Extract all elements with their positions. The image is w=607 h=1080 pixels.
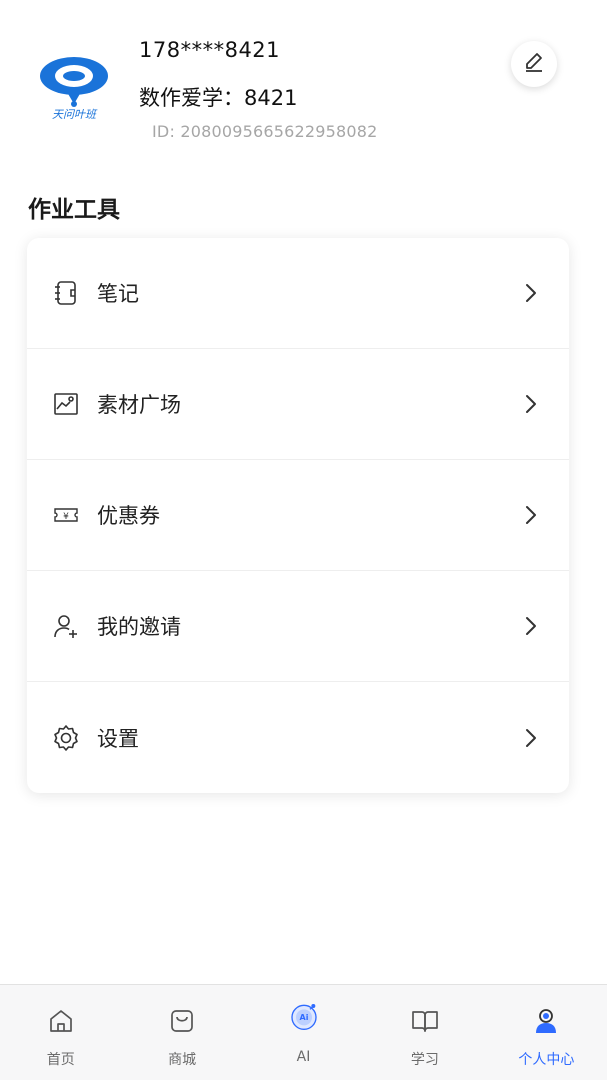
ai-robot-icon: Ai bbox=[288, 1004, 320, 1037]
menu-item-materials[interactable]: 素材广场 bbox=[27, 349, 569, 460]
invite-user-icon bbox=[51, 611, 81, 641]
chevron-right-icon bbox=[519, 614, 543, 638]
tab-study[interactable]: 学习 bbox=[364, 985, 485, 1080]
tab-label: 商城 bbox=[168, 1052, 197, 1068]
tab-shop[interactable]: 商城 bbox=[121, 985, 242, 1080]
profile-page: 天问叶班 178****8421 数作爱学：8421 ID: 208009566… bbox=[0, 0, 607, 1080]
app-logo: 天问叶班 bbox=[36, 52, 112, 128]
tools-card: 笔记 素材广场 ¥ 优惠券 我的邀请 设置 bbox=[27, 238, 569, 793]
menu-item-label: 优惠券 bbox=[97, 504, 160, 528]
shop-bag-icon bbox=[166, 1005, 198, 1037]
chevron-right-icon bbox=[519, 726, 543, 750]
chevron-right-icon bbox=[519, 503, 543, 527]
menu-item-invitations[interactable]: 我的邀请 bbox=[27, 571, 569, 682]
user-id: ID: 2080095665622958082 bbox=[152, 122, 378, 141]
phone-number: 178****8421 bbox=[139, 38, 281, 62]
menu-item-label: 设置 bbox=[97, 726, 139, 751]
tab-label: 首页 bbox=[46, 1052, 75, 1068]
profile-header: 天问叶班 178****8421 数作爱学：8421 ID: 208009566… bbox=[0, 0, 607, 160]
menu-item-label: 素材广场 bbox=[97, 393, 181, 417]
profile-icon bbox=[530, 1005, 562, 1037]
bottom-tab-bar: 首页 商城 Ai AI 学习 个人中心 bbox=[0, 984, 607, 1080]
notebook-icon bbox=[51, 278, 81, 308]
tab-profile[interactable]: 个人中心 bbox=[486, 985, 607, 1080]
tab-label: 个人中心 bbox=[518, 1052, 575, 1068]
menu-item-label: 我的邀请 bbox=[97, 615, 181, 639]
section-title: 作业工具 bbox=[28, 197, 120, 223]
pencil-icon bbox=[523, 51, 545, 77]
svg-text:¥: ¥ bbox=[63, 512, 69, 522]
logo-text: 天问叶班 bbox=[52, 108, 96, 121]
image-gallery-icon bbox=[51, 389, 81, 419]
book-icon bbox=[409, 1005, 441, 1037]
menu-item-notes[interactable]: 笔记 bbox=[27, 238, 569, 349]
menu-item-settings[interactable]: 设置 bbox=[27, 682, 569, 793]
menu-item-coupons[interactable]: ¥ 优惠券 bbox=[27, 460, 569, 571]
tab-home[interactable]: 首页 bbox=[0, 985, 121, 1080]
gear-icon bbox=[51, 723, 81, 753]
coupon-icon: ¥ bbox=[51, 500, 81, 530]
svg-text:Ai: Ai bbox=[299, 1013, 308, 1022]
home-icon bbox=[45, 1005, 77, 1037]
edit-profile-button[interactable] bbox=[511, 41, 557, 87]
tab-ai[interactable]: Ai AI bbox=[243, 985, 364, 1080]
chevron-right-icon bbox=[519, 281, 543, 305]
menu-item-label: 笔记 bbox=[97, 282, 139, 306]
chevron-right-icon bbox=[519, 392, 543, 416]
tab-label: AI bbox=[296, 1049, 311, 1065]
tab-label: 学习 bbox=[410, 1052, 439, 1068]
nickname: 数作爱学：8421 bbox=[139, 86, 298, 110]
